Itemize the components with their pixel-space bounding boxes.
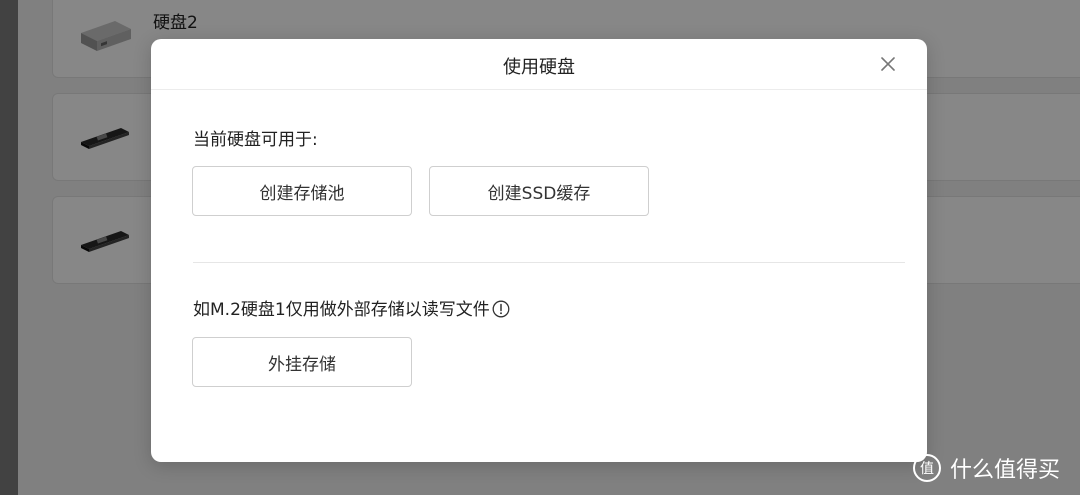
external-storage-hint-text: 如M.2硬盘1仅用做外部存储以读写文件 [193,300,490,320]
create-storage-pool-button[interactable]: 创建存储池 [192,166,412,216]
watermark-text: 什么值得买 [950,458,1061,483]
divider [193,262,905,263]
svg-text:值: 值 [920,461,934,477]
dialog-header: 使用硬盘 [151,39,927,90]
watermark: 值 什么值得买 [912,452,1060,484]
external-storage-button[interactable]: 外挂存储 [192,337,412,387]
screen: 硬盘2 使用硬盘 当前硬盘可用于: 创建存储池 创建SSD缓存 如M.2硬盘1仅… [0,0,1080,495]
external-storage-hint: 如M.2硬盘1仅用做外部存储以读写文件 [193,295,510,320]
smzdm-logo-icon: 值 [913,454,941,482]
dialog-title: 使用硬盘 [503,57,575,78]
usage-label: 当前硬盘可用于: [193,130,318,150]
close-icon[interactable] [877,53,899,75]
info-icon[interactable] [492,300,510,318]
use-disk-dialog: 使用硬盘 当前硬盘可用于: 创建存储池 创建SSD缓存 如M.2硬盘1仅用做外部… [151,39,927,462]
create-ssd-cache-button[interactable]: 创建SSD缓存 [429,166,649,216]
